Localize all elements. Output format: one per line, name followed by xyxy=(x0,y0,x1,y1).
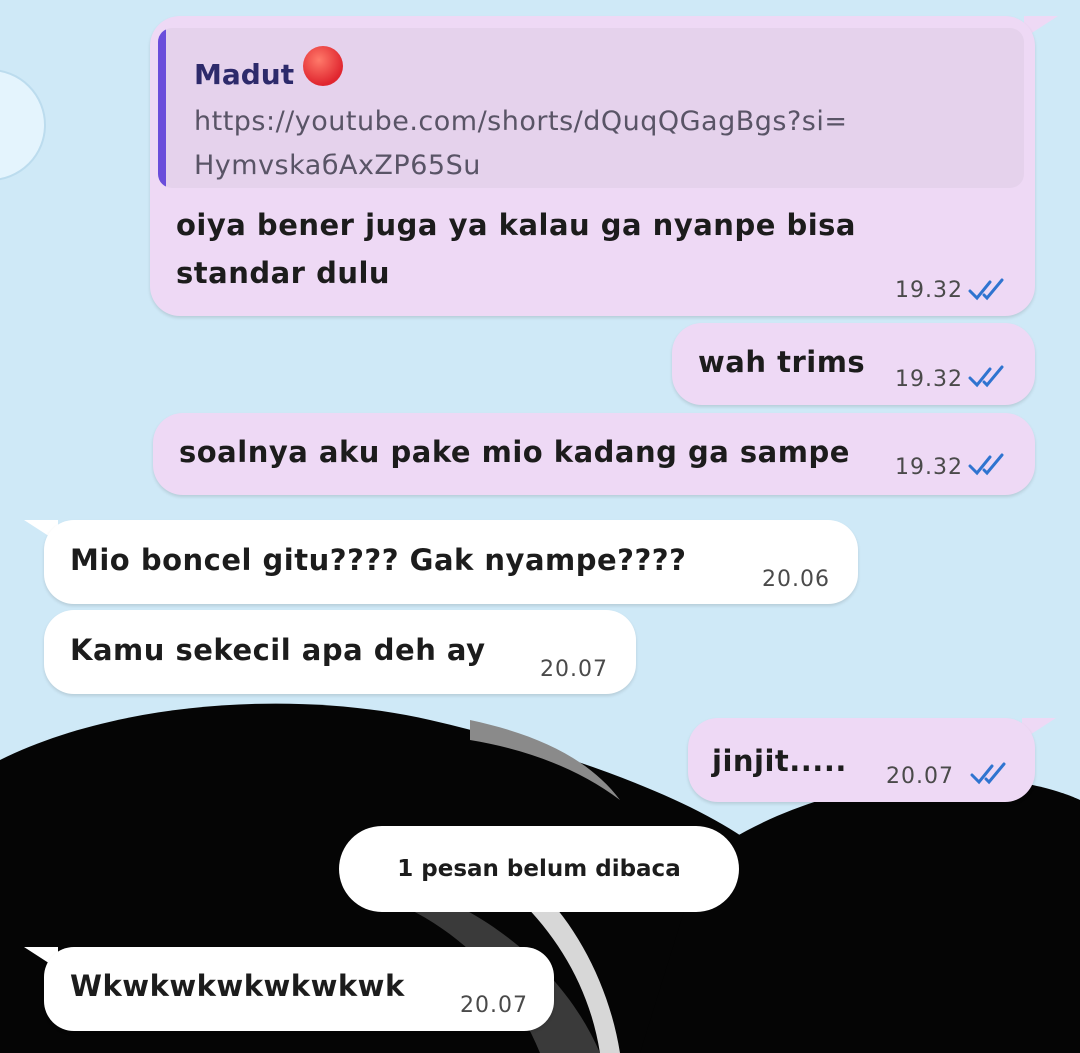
quoted-message[interactable]: Madut https://youtube.com/shorts/dQuqQGa… xyxy=(158,28,1024,188)
read-receipt-icon xyxy=(968,365,1004,388)
quoted-link-line-1: https://youtube.com/shorts/dQuqQGagBgs?s… xyxy=(194,106,848,137)
quote-accent-bar xyxy=(158,28,166,188)
message-text: soalnya aku pake mio kadang ga sampe xyxy=(179,435,850,469)
message-text: jinjit..... xyxy=(712,744,847,778)
message-time: 19.32 xyxy=(895,278,963,303)
message-bubble-incoming[interactable]: Kamu sekecil apa deh ay 20.07 xyxy=(44,610,636,694)
unread-messages-banner: 1 pesan belum dibaca xyxy=(339,826,739,912)
message-text: Mio boncel gitu???? Gak nyampe???? xyxy=(70,543,687,577)
message-time: 20.07 xyxy=(540,657,608,682)
message-time: 20.06 xyxy=(762,567,830,592)
message-text: Kamu sekecil apa deh ay xyxy=(70,633,486,667)
read-receipt-icon xyxy=(968,453,1004,476)
message-text: Wkwkwkwkwkwkwk xyxy=(70,969,405,1003)
message-bubble-outgoing[interactable]: soalnya aku pake mio kadang ga sampe 19.… xyxy=(153,413,1035,495)
quoted-link-line-2: HymvskaбAxZP65Su xyxy=(194,150,481,181)
message-bubble-incoming[interactable]: Mio boncel gitu???? Gak nyampe???? 20.06 xyxy=(44,520,858,604)
message-time: 20.07 xyxy=(460,993,528,1018)
message-time: 20.07 xyxy=(886,764,954,789)
message-bubble-outgoing[interactable]: jinjit..... 20.07 xyxy=(688,718,1035,802)
angry-face-icon xyxy=(303,46,343,86)
message-text: wah trims xyxy=(698,345,866,379)
message-bubble-outgoing[interactable]: wah trims 19.32 xyxy=(672,323,1035,405)
message-time: 19.32 xyxy=(895,455,963,480)
read-receipt-icon xyxy=(970,762,1006,785)
message-time: 19.32 xyxy=(895,367,963,392)
read-receipt-icon xyxy=(968,278,1004,301)
quoted-author: Madut xyxy=(194,58,295,91)
message-text-line-2: standar dulu xyxy=(176,256,391,290)
message-bubble-incoming[interactable]: Wkwkwkwkwkwkwk 20.07 xyxy=(44,947,554,1031)
message-bubble-outgoing[interactable]: Madut https://youtube.com/shorts/dQuqQGa… xyxy=(150,16,1035,316)
message-text-line-1: oiya bener juga ya kalau ga nyanpe bisa xyxy=(176,208,857,242)
